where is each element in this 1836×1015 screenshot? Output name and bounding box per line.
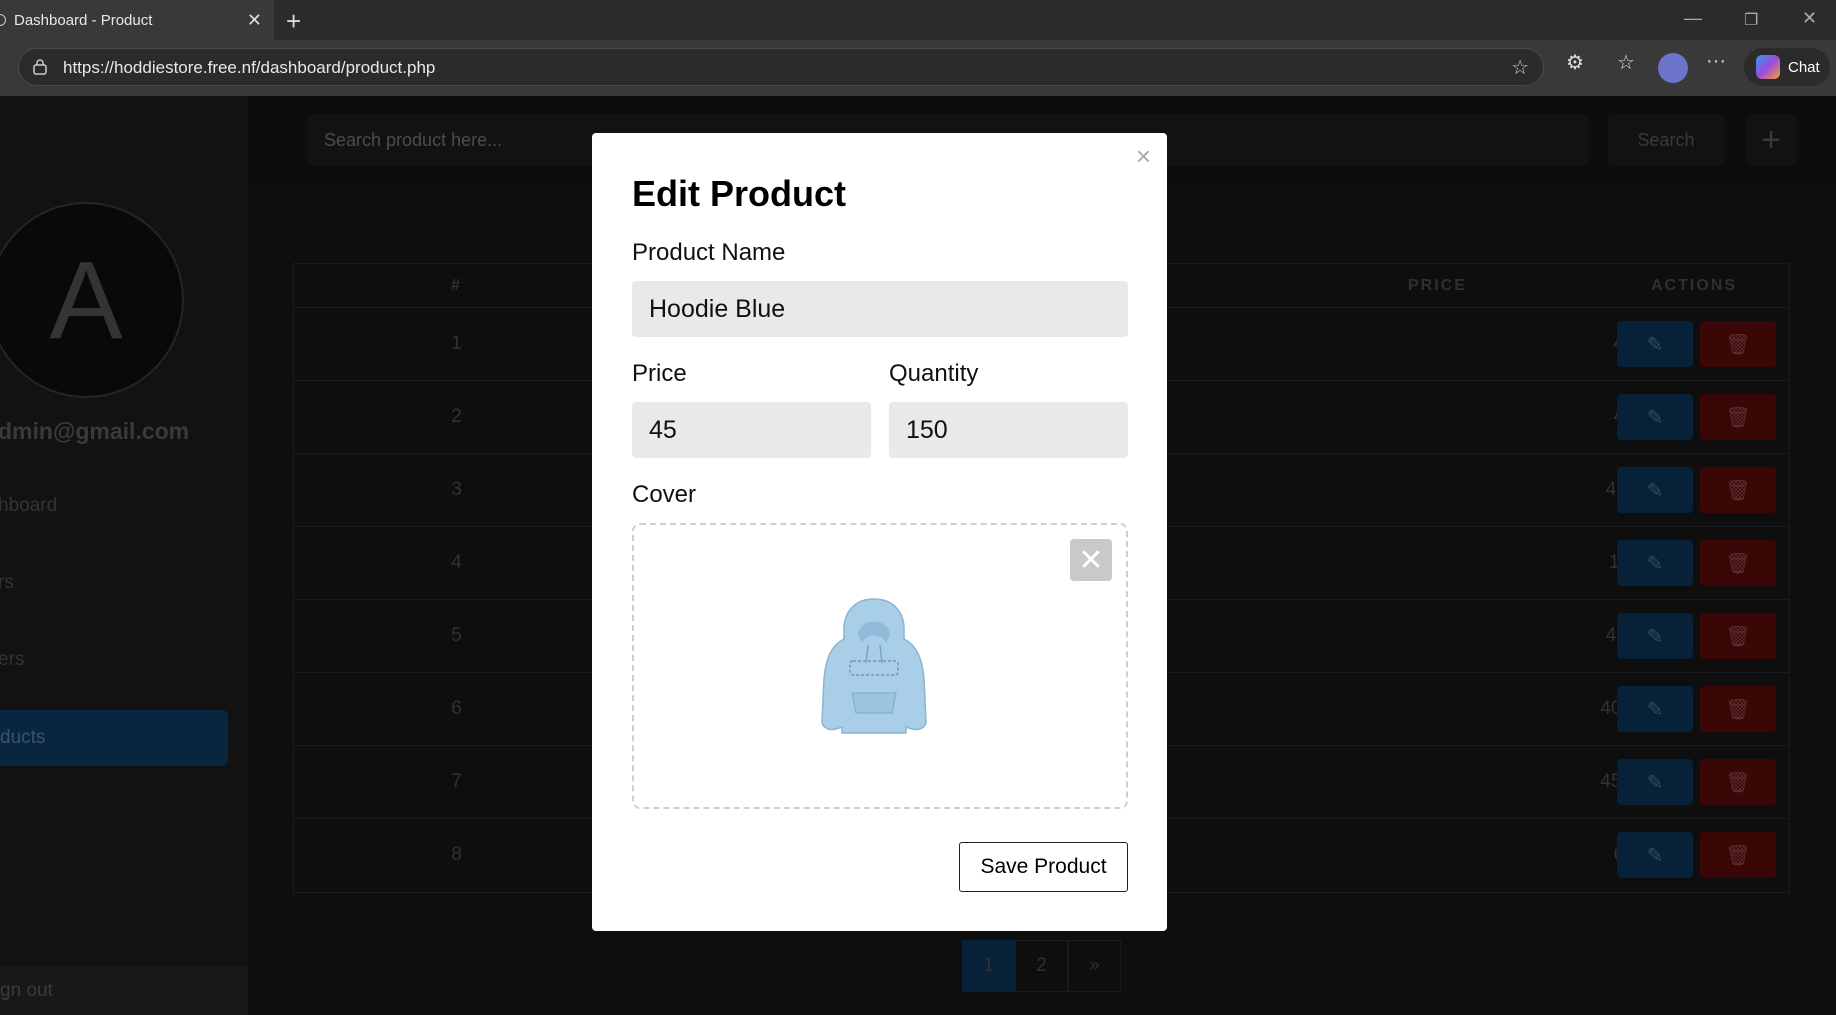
remove-cover-button[interactable]: ✕ (1070, 539, 1112, 581)
lock-icon (33, 59, 47, 75)
minimize-icon[interactable]: — (1684, 8, 1702, 29)
edit-product-modal: × Edit Product Product Name Price Quanti… (592, 133, 1167, 931)
tab-title: Dashboard - Product (14, 11, 153, 29)
restore-icon[interactable]: ❐ (1744, 10, 1758, 30)
window-close-icon[interactable]: ✕ (1802, 8, 1817, 29)
quantity-label: Quantity (889, 360, 979, 387)
save-product-button[interactable]: Save Product (959, 842, 1128, 892)
new-tab-icon[interactable]: + (286, 6, 301, 37)
quantity-input[interactable] (889, 402, 1128, 458)
copilot-icon (1756, 55, 1780, 79)
profile-avatar[interactable] (1658, 53, 1688, 83)
address-bar: https://hoddiestore.free.nf/dashboard/pr… (0, 40, 1836, 96)
chat-label: Chat (1788, 58, 1820, 76)
modal-title: Edit Product (632, 173, 846, 214)
cover-label: Cover (632, 481, 697, 508)
price-label: Price (632, 360, 687, 387)
favorite-star-icon[interactable]: ☆ (1511, 55, 1529, 80)
chat-button[interactable]: Chat (1744, 48, 1830, 86)
product-name-input[interactable] (632, 281, 1128, 337)
price-input[interactable] (632, 402, 871, 458)
modal-close-icon[interactable]: × (1136, 141, 1151, 172)
favorites-icon[interactable]: ☆ (1617, 50, 1635, 75)
product-name-label: Product Name (632, 239, 786, 266)
browser-tabbar: Dashboard - Product ✕ + — ❐ ✕ (0, 0, 1836, 40)
extensions-icon[interactable]: ⚙ (1566, 50, 1584, 75)
url-text: https://hoddiestore.free.nf/dashboard/pr… (63, 58, 436, 77)
url-field[interactable]: https://hoddiestore.free.nf/dashboard/pr… (18, 48, 1544, 86)
hoodie-cover-image (821, 598, 927, 734)
tab-close-icon[interactable]: ✕ (247, 10, 262, 31)
more-menu-icon[interactable]: ··· (1706, 50, 1726, 73)
browser-tab[interactable]: Dashboard - Product ✕ (0, 0, 274, 40)
site-favicon-icon (0, 14, 6, 26)
cover-dropzone[interactable]: ✕ (632, 523, 1128, 809)
